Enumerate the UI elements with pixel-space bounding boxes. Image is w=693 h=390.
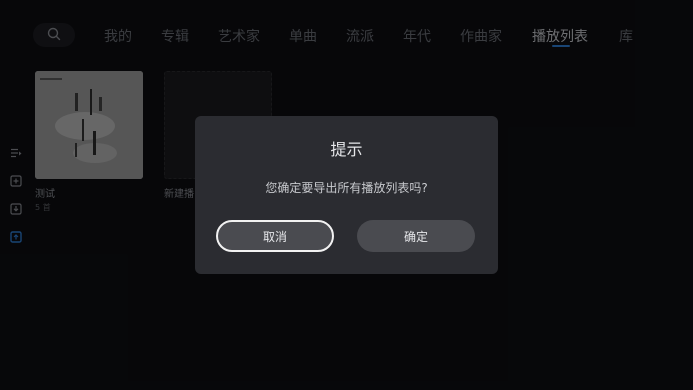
dialog-title: 提示	[330, 140, 363, 159]
confirm-button[interactable]: 确定	[357, 220, 475, 252]
dialog-message: 您确定要导出所有播放列表吗?	[265, 181, 428, 195]
cancel-button[interactable]: 取消	[216, 220, 334, 252]
confirm-dialog: 提示 您确定要导出所有播放列表吗? 取消 确定	[195, 116, 498, 274]
